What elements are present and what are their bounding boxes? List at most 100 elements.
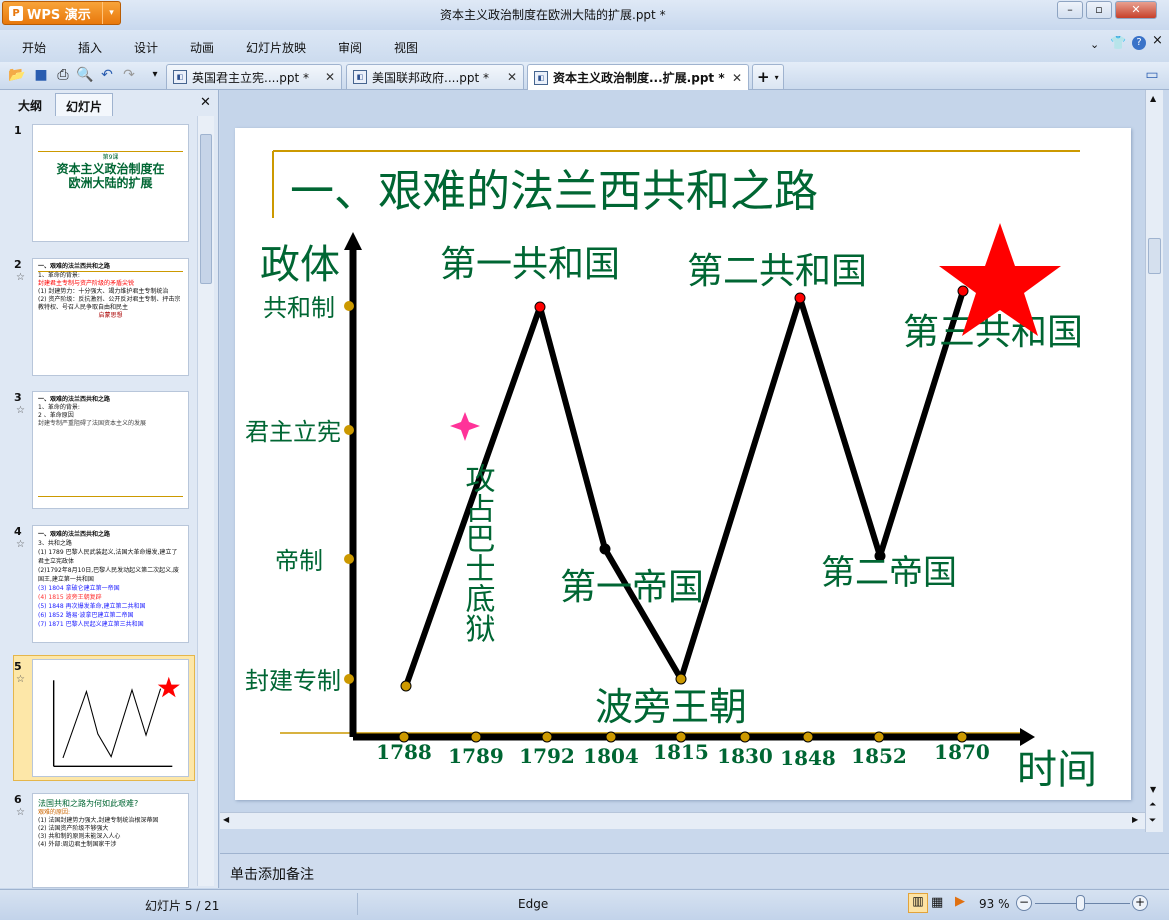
chevron-down-icon[interactable]: ⌄ <box>1090 38 1099 51</box>
menu-view[interactable]: 视图 <box>394 39 418 56</box>
scroll-down-icon[interactable]: ▼ <box>1150 785 1156 794</box>
slide-canvas[interactable]: 一、艰难的法兰西共和之路 政体 时间 共和制 君主立宪 帝制 封建专制 1788 178… <box>235 128 1131 800</box>
regime-point <box>794 292 806 304</box>
tab-label: 美国联邦政府....ppt * <box>372 70 490 85</box>
print-icon[interactable]: ⎙ <box>54 66 72 84</box>
zoom-slider-thumb[interactable] <box>1075 895 1085 911</box>
thumb-line: 1、革命的背景: <box>38 272 80 279</box>
slide-number: 1 <box>14 124 22 137</box>
tab-doc-1[interactable]: ◧ 英国君主立宪....ppt * ✕ <box>166 64 342 89</box>
wps-logo-icon: P <box>9 5 23 21</box>
previous-slide-icon[interactable]: ⏶ <box>1149 800 1156 810</box>
zoom-out-button[interactable]: − <box>1016 895 1032 911</box>
regime-point <box>957 285 969 297</box>
scroll-thumb[interactable] <box>200 134 212 284</box>
close-button[interactable]: ✕ <box>1115 1 1157 19</box>
slide-title: 一、艰难的法兰西共和之路 <box>290 166 818 217</box>
thumb-line: (1) 封建势力：十分强大、竭力维护君主专制统治 <box>38 288 169 295</box>
y-level-label: 共和制 <box>263 294 335 322</box>
scroll-right-icon[interactable]: ▶ <box>1132 815 1138 824</box>
animation-star-icon: ☆ <box>16 272 25 283</box>
scroll-up-icon[interactable]: ▲ <box>1150 94 1156 103</box>
regime-point <box>534 301 546 313</box>
thumb-line: (3) 共和制的原则未能深入人心 <box>38 833 121 840</box>
print-preview-icon[interactable]: 🔍 <box>76 66 94 84</box>
x-tick-label: 1848 <box>780 746 836 770</box>
thumb-line: (6) 1852 路易·波拿巴建立第二帝国 <box>38 612 134 619</box>
theme-name: Edge <box>518 897 549 911</box>
wps-menu-button[interactable]: P WPS 演示 ▾ <box>2 1 121 25</box>
new-tab-button[interactable]: + ▾ <box>752 64 784 89</box>
thumb-line: 资本主义政治制度在 <box>56 162 165 176</box>
thumb-line: 第9课 <box>38 151 183 162</box>
thumb-line: (5) 1848 再次爆发革命,建立第二共和国 <box>38 603 146 610</box>
zoom-in-button[interactable]: + <box>1132 895 1148 911</box>
slide-number: 5 <box>14 660 22 673</box>
label-second-empire: 第二帝国 <box>821 553 957 593</box>
y-level-label: 封建专制 <box>245 667 341 695</box>
redo-icon[interactable]: ↷ <box>120 66 138 84</box>
layout-icon[interactable]: ▭ <box>1143 66 1161 84</box>
vertical-scrollbar[interactable]: ▲ ▼ ⏶ ⏷ <box>1145 90 1163 832</box>
close-tab-icon[interactable]: ✕ <box>325 70 335 84</box>
scroll-thumb[interactable] <box>1148 238 1161 274</box>
maximize-button[interactable]: ▫ <box>1086 1 1112 19</box>
label-bourbon: 波旁王朝 <box>595 685 747 729</box>
slide-thumbnail-3[interactable]: 一、艰难的法兰西共和之路 1、革命的背景: 2 、革命原因 封建专制严重阻碍了法… <box>32 391 189 509</box>
x-tick-label: 1792 <box>519 744 575 768</box>
customize-icon[interactable]: ▾ <box>146 66 164 84</box>
thumb-line: (4) 1815 波旁王朝复辟 <box>38 594 102 601</box>
notes-pane[interactable]: 单击添加备注 <box>220 853 1169 888</box>
next-slide-icon[interactable]: ⏷ <box>1149 816 1156 826</box>
menu-animation[interactable]: 动画 <box>190 39 214 56</box>
tab-slides[interactable]: 幻灯片 <box>55 93 114 116</box>
title-bar: P WPS 演示 ▾ 资本主义政治制度在欧洲大陆的扩展.ppt * – ▫ ✕ <box>0 0 1169 30</box>
label-first-empire: 第一帝国 <box>560 567 704 608</box>
panel-scrollbar[interactable] <box>197 116 214 886</box>
slide-thumbnail-2[interactable]: 一、艰难的法兰西共和之路 1、革命的背景: 封建君主专制与资产阶级的矛盾尖锐 (… <box>32 258 189 376</box>
skin-icon[interactable]: 👕 <box>1110 36 1126 51</box>
tab-doc-2[interactable]: ◧ 美国联邦政府....ppt * ✕ <box>346 64 524 89</box>
close-tab-icon[interactable]: ✕ <box>507 70 517 84</box>
slide-thumbnail-1[interactable]: 第9课 资本主义政治制度在 欧洲大陆的扩展 <box>32 124 189 242</box>
slide-thumbnail-6[interactable]: 法国共和之路为何如此艰难? 艰难的原因: (1) 法国封建势力强大,封建专制统治… <box>32 793 189 888</box>
menu-insert[interactable]: 插入 <box>78 39 102 56</box>
save-icon[interactable]: ■ <box>32 66 50 84</box>
thumb-line: (3) 1804 拿破仑建立第一帝国 <box>38 585 120 592</box>
normal-view-icon[interactable]: ▥ <box>908 893 928 913</box>
slide-thumbnail-4[interactable]: 一、艰难的法兰西共和之路 3、共和之路 (1) 1789 巴黎人民武装起义,法国… <box>32 525 189 643</box>
thumb-line: 2 、革命原因 <box>38 412 74 419</box>
close-tab-icon[interactable]: ✕ <box>732 71 742 85</box>
chevron-down-icon[interactable]: ▾ <box>102 2 120 24</box>
menu-home[interactable]: 开始 <box>22 39 46 56</box>
tab-doc-3[interactable]: ◧ 资本主义政治制度...扩展.ppt * ✕ <box>527 64 749 90</box>
horizontal-scrollbar[interactable]: ◀ ▶ <box>220 812 1145 829</box>
label-second-republic: 第二共和国 <box>687 251 867 292</box>
help-icon[interactable]: ? <box>1132 36 1146 50</box>
regime-point <box>599 543 611 555</box>
ppt-file-icon: ◧ <box>353 70 367 84</box>
open-icon[interactable]: 📂 <box>8 66 26 84</box>
minimize-button[interactable]: – <box>1057 1 1083 19</box>
tab-label: 英国君主立宪....ppt * <box>192 70 310 85</box>
thumb-line: (2) 法国资产阶级不够强大 <box>38 825 109 832</box>
close-ribbon-icon[interactable]: × <box>1152 33 1163 48</box>
scroll-left-icon[interactable]: ◀ <box>223 815 229 824</box>
slide-thumbnail-5[interactable] <box>32 659 189 777</box>
thumb-line: (1) 1789 巴黎人民武装起义,法国大革命爆发,建立了君主立宪政体 <box>38 549 178 565</box>
x-tick-label: 1804 <box>583 744 639 768</box>
tab-outline[interactable]: 大纲 <box>8 93 52 116</box>
slideshow-icon[interactable]: ▶ <box>955 894 965 909</box>
thumb-line: 欧洲大陆的扩展 <box>68 176 153 190</box>
close-panel-icon[interactable]: ✕ <box>200 95 211 110</box>
x-tick-label: 1870 <box>934 740 990 764</box>
slide-sorter-icon[interactable]: ▦ <box>931 895 943 910</box>
y-level-label: 君主立宪 <box>245 418 341 446</box>
menu-bar: 开始 插入 设计 动画 幻灯片放映 审阅 视图 ⌄ 👕 ? × <box>0 30 1169 62</box>
menu-design[interactable]: 设计 <box>134 39 158 56</box>
undo-icon[interactable]: ↶ <box>98 66 116 84</box>
thumb-line: (1) 法国封建势力强大,封建专制统治根深蒂固 <box>38 817 159 824</box>
notes-placeholder[interactable]: 单击添加备注 <box>230 864 314 884</box>
menu-slideshow[interactable]: 幻灯片放映 <box>246 39 306 56</box>
menu-review[interactable]: 审阅 <box>338 39 362 56</box>
